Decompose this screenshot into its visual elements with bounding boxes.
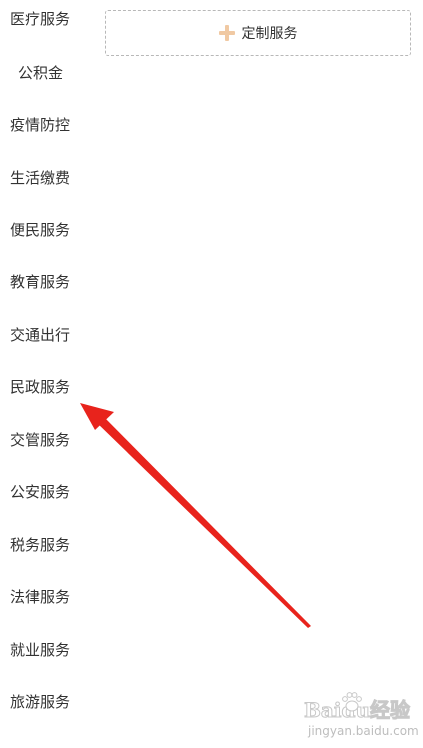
custom-service-button[interactable]: 定制服务 <box>105 10 411 56</box>
sidebar-item-tax[interactable]: 税务服务 <box>10 530 90 560</box>
app-screen: 医疗服务 公积金 疫情防控 生活缴费 便民服务 教育服务 交通出行 民政服务 交… <box>0 0 423 748</box>
custom-service-label: 定制服务 <box>241 26 298 42</box>
sidebar-item-employment[interactable]: 就业服务 <box>10 635 90 665</box>
sidebar-item-traffic-mgmt[interactable]: 交管服务 <box>10 425 90 455</box>
sidebar-item-education[interactable]: 教育服务 <box>10 267 90 297</box>
sidebar-item-civil-affairs[interactable]: 民政服务 <box>10 372 90 402</box>
paw-icon <box>342 692 362 712</box>
sidebar-item-medical[interactable]: 医疗服务 <box>10 4 90 34</box>
sidebar-item-epidemic[interactable]: 疫情防控 <box>10 110 90 140</box>
sidebar-item-transport[interactable]: 交通出行 <box>10 320 90 350</box>
plus-icon <box>218 25 235 41</box>
sidebar-item-utilities[interactable]: 生活缴费 <box>10 163 90 193</box>
sidebar-item-housing-fund[interactable]: 公积金 <box>18 58 98 88</box>
sidebar-item-public-security[interactable]: 公安服务 <box>10 477 90 507</box>
sidebar-item-tourism[interactable]: 旅游服务 <box>10 687 90 717</box>
arrow-shaft <box>94 414 311 628</box>
watermark-url: jingyan.baidu.com <box>308 724 419 738</box>
sidebar-item-convenience[interactable]: 便民服务 <box>10 215 90 245</box>
sidebar-item-legal[interactable]: 法律服务 <box>10 582 90 612</box>
service-category-sidebar: 医疗服务 公积金 疫情防控 生活缴费 便民服务 教育服务 交通出行 民政服务 交… <box>0 0 92 748</box>
baidu-jingyan-watermark: Baidu经验 jingyan.baidu.com <box>304 690 420 746</box>
